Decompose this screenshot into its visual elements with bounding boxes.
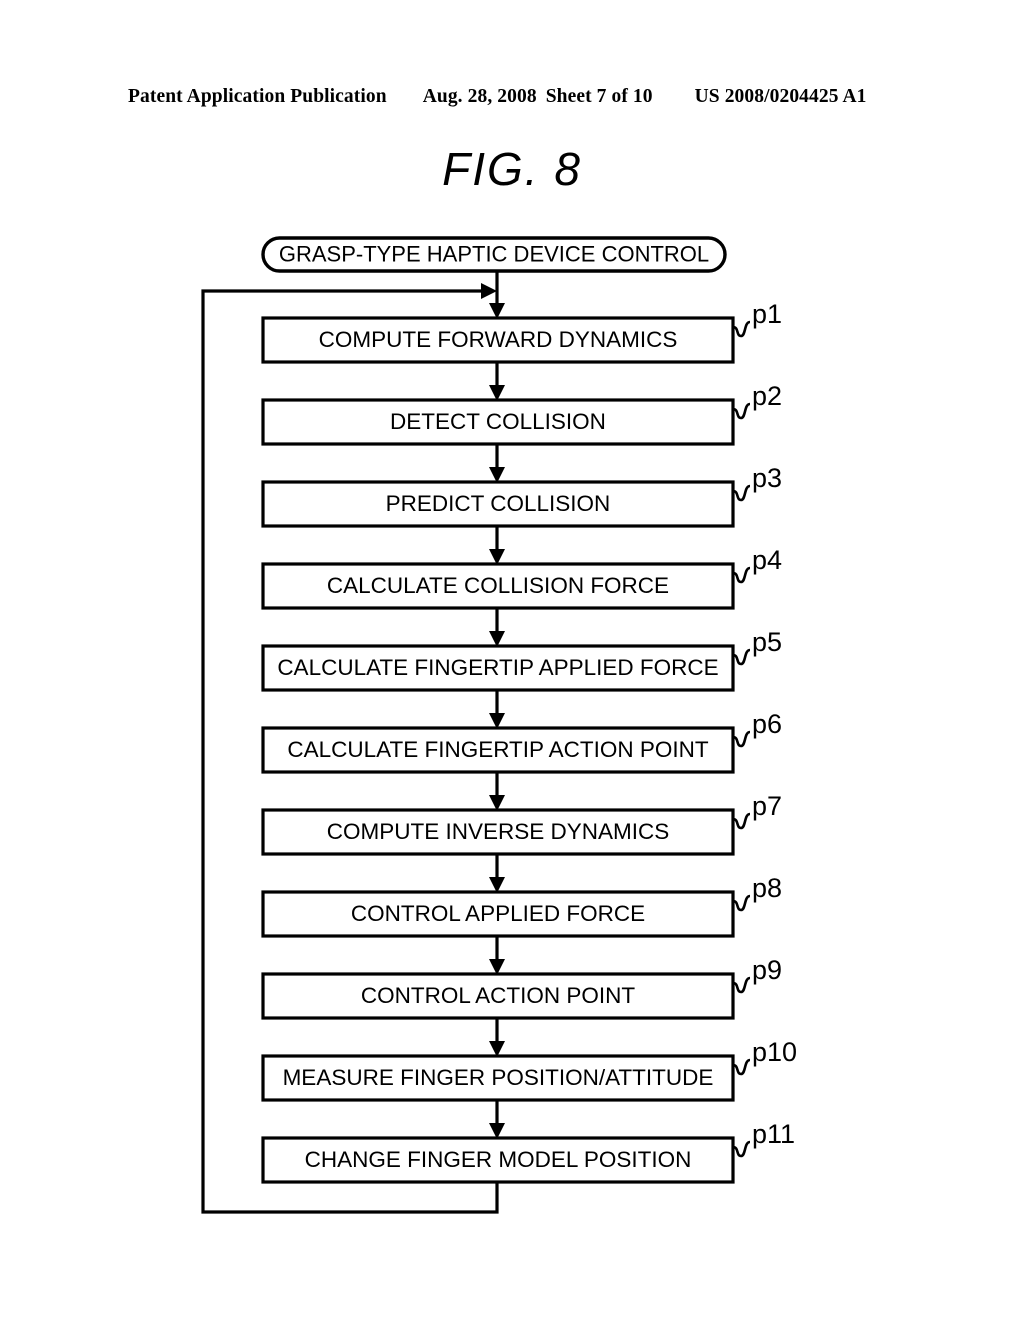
flow-node-p5: CALCULATE FINGERTIP APPLIED FORCE p5 <box>261 627 782 692</box>
leader-squiggle-icon <box>732 566 751 584</box>
flowchart-diagram: GRASP-TYPE HAPTIC DEVICE CONTROL COMPUTE… <box>201 236 797 1214</box>
reference-numeral: p3 <box>752 463 782 493</box>
connector-p6-to-p7 <box>489 772 505 811</box>
process-label: CALCULATE FINGERTIP APPLIED FORCE <box>277 655 718 680</box>
flow-node-terminal: GRASP-TYPE HAPTIC DEVICE CONTROL <box>261 236 727 273</box>
reference-numeral: p6 <box>752 709 782 739</box>
leader-squiggle-icon <box>732 1058 751 1076</box>
connector-p1-to-p2 <box>489 362 505 401</box>
flow-node-p8: CONTROL APPLIED FORCE p8 <box>261 873 782 938</box>
connector-terminal-to-p1 <box>489 271 505 319</box>
reference-numeral: p5 <box>752 627 782 657</box>
process-label: CONTROL ACTION POINT <box>361 983 635 1008</box>
process-label: CALCULATE FINGERTIP ACTION POINT <box>287 737 709 762</box>
flow-node-p3: PREDICT COLLISION p3 <box>261 463 782 528</box>
arrow-head-icon <box>481 283 497 299</box>
connector-p3-to-p4 <box>489 526 505 565</box>
leader-squiggle-icon <box>732 730 751 748</box>
reference-numeral: p9 <box>752 955 782 985</box>
connector-p5-to-p6 <box>489 690 505 729</box>
leader-squiggle-icon <box>732 812 751 830</box>
flow-node-p4: CALCULATE COLLISION FORCE p4 <box>261 545 782 610</box>
leader-squiggle-icon <box>732 648 751 666</box>
reference-numeral: p4 <box>752 545 782 575</box>
flow-node-p2: DETECT COLLISION p2 <box>261 381 782 446</box>
connector-p4-to-p5 <box>489 608 505 647</box>
leader-squiggle-icon <box>732 976 751 994</box>
flow-node-p11: CHANGE FINGER MODEL POSITION p11 <box>261 1119 795 1184</box>
connector-p10-to-p11 <box>489 1100 505 1139</box>
process-label: MEASURE FINGER POSITION/ATTITUDE <box>283 1065 714 1090</box>
terminal-label: GRASP-TYPE HAPTIC DEVICE CONTROL <box>279 241 709 266</box>
reference-numeral: p1 <box>752 299 782 329</box>
leader-squiggle-icon <box>732 1140 751 1158</box>
reference-numeral: p11 <box>752 1119 795 1149</box>
leader-squiggle-icon <box>732 484 751 502</box>
process-label: PREDICT COLLISION <box>386 491 611 516</box>
connector-p8-to-p9 <box>489 936 505 975</box>
process-label: CALCULATE COLLISION FORCE <box>327 573 669 598</box>
connector-p9-to-p10 <box>489 1018 505 1057</box>
flow-node-p1: COMPUTE FORWARD DYNAMICS p1 <box>261 299 782 364</box>
connector-p7-to-p8 <box>489 854 505 893</box>
flow-node-p7: COMPUTE INVERSE DYNAMICS p7 <box>261 791 782 856</box>
reference-numeral: p10 <box>752 1037 797 1067</box>
reference-numeral: p8 <box>752 873 782 903</box>
leader-squiggle-icon <box>732 320 751 338</box>
flow-node-p9: CONTROL ACTION POINT p9 <box>261 955 782 1020</box>
process-label: CHANGE FINGER MODEL POSITION <box>305 1147 692 1172</box>
reference-numeral: p2 <box>752 381 782 411</box>
process-label: COMPUTE INVERSE DYNAMICS <box>327 819 670 844</box>
process-label: DETECT COLLISION <box>390 409 606 434</box>
process-label: COMPUTE FORWARD DYNAMICS <box>319 327 678 352</box>
connector-p2-to-p3 <box>489 444 505 483</box>
leader-squiggle-icon <box>732 402 751 420</box>
process-label: CONTROL APPLIED FORCE <box>351 901 645 926</box>
flow-node-p10: MEASURE FINGER POSITION/ATTITUDE p10 <box>261 1037 797 1102</box>
reference-numeral: p7 <box>752 791 782 821</box>
leader-squiggle-icon <box>732 894 751 912</box>
flow-node-p6: CALCULATE FINGERTIP ACTION POINT p6 <box>261 709 782 774</box>
